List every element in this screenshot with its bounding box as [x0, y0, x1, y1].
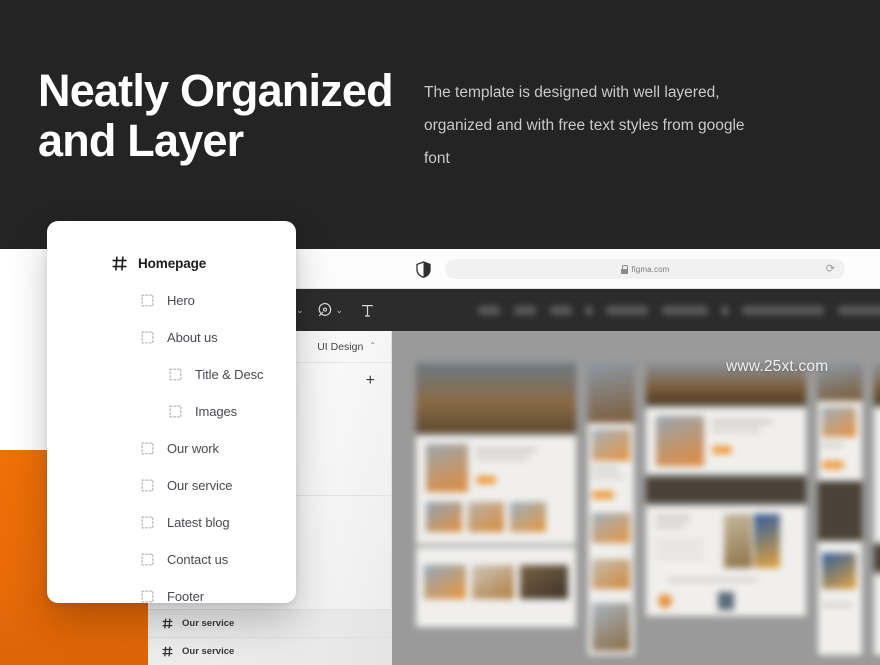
layer-item-label: Footer: [167, 588, 204, 604]
dotted-frame-icon: [141, 294, 154, 307]
hero-description: The template is designed with well layer…: [424, 84, 745, 167]
reload-icon[interactable]: ⟳: [826, 264, 835, 275]
layer-item-label: Images: [195, 403, 238, 419]
layer-item-latest-blog[interactable]: Latest blog: [141, 511, 230, 533]
layer-item-title-desc[interactable]: Title & Desc: [169, 363, 263, 385]
tab-label: UI Design: [317, 340, 364, 353]
add-page-button[interactable]: +: [366, 373, 375, 389]
chevron-down-icon[interactable]: ⌄: [336, 305, 344, 315]
pen-tool[interactable]: ⌄: [317, 302, 344, 318]
panel-layer-rows: Our service Our service: [148, 609, 392, 665]
layer-item-our-work[interactable]: Our work: [141, 437, 219, 459]
figma-canvas[interactable]: [392, 331, 880, 665]
text-tool[interactable]: [360, 303, 375, 318]
layers-card-title: Homepage: [138, 255, 207, 271]
toolbar-blurred-controls: [478, 289, 880, 331]
lock-icon: [620, 264, 629, 274]
list-item-label: Our service: [182, 646, 235, 657]
dotted-frame-icon: [141, 590, 154, 603]
dotted-frame-icon: [141, 479, 154, 492]
layers-card: Homepage Hero About us Title & Desc Imag: [47, 221, 296, 604]
chevron-up-icon[interactable]: ⌃: [369, 341, 376, 350]
url-text: figma.com: [631, 264, 670, 274]
watermark: www.25xt.com: [726, 358, 829, 375]
page-title: Neatly Organized and Layer: [38, 65, 394, 166]
dotted-frame-icon: [141, 553, 154, 566]
chevron-down-icon[interactable]: ⌄: [296, 305, 304, 315]
list-item[interactable]: Our service: [148, 637, 392, 665]
layer-item-label: Contact us: [167, 551, 229, 567]
screenshot-root: Neatly Organized and Layer The template …: [0, 0, 880, 665]
frame-hash-icon: [112, 255, 127, 271]
address-bar[interactable]: figma.com ⟳: [445, 259, 845, 279]
dotted-frame-icon: [141, 331, 154, 344]
layer-item-label: Our work: [167, 440, 219, 456]
layer-item-label: Latest blog: [167, 514, 230, 530]
layer-item-label: Hero: [167, 292, 195, 308]
layer-item-contact-us[interactable]: Contact us: [141, 548, 228, 570]
layer-item-hero[interactable]: Hero: [141, 289, 195, 311]
shield-icon[interactable]: [416, 261, 431, 278]
frame-hash-icon: [162, 618, 173, 629]
layer-item-about-us[interactable]: About us: [141, 326, 218, 348]
frame-hash-icon: [162, 646, 173, 657]
layer-item-label: About us: [167, 329, 218, 345]
dotted-frame-icon: [141, 442, 154, 455]
layers-card-header[interactable]: Homepage: [112, 252, 206, 274]
dotted-frame-icon: [141, 516, 154, 529]
layer-item-label: Our service: [167, 477, 233, 493]
hero-section: Neatly Organized and Layer The template …: [0, 0, 880, 249]
layer-item-our-service[interactable]: Our service: [141, 474, 232, 496]
design-mockups: [392, 331, 880, 665]
dotted-frame-icon: [169, 368, 182, 381]
layer-item-label: Title & Desc: [195, 366, 264, 382]
list-item[interactable]: Our service: [148, 609, 392, 637]
layer-item-images[interactable]: Images: [169, 400, 237, 422]
list-item-label: Our service: [182, 618, 235, 629]
layer-item-footer[interactable]: Footer: [141, 585, 204, 607]
dotted-frame-icon: [169, 405, 182, 418]
